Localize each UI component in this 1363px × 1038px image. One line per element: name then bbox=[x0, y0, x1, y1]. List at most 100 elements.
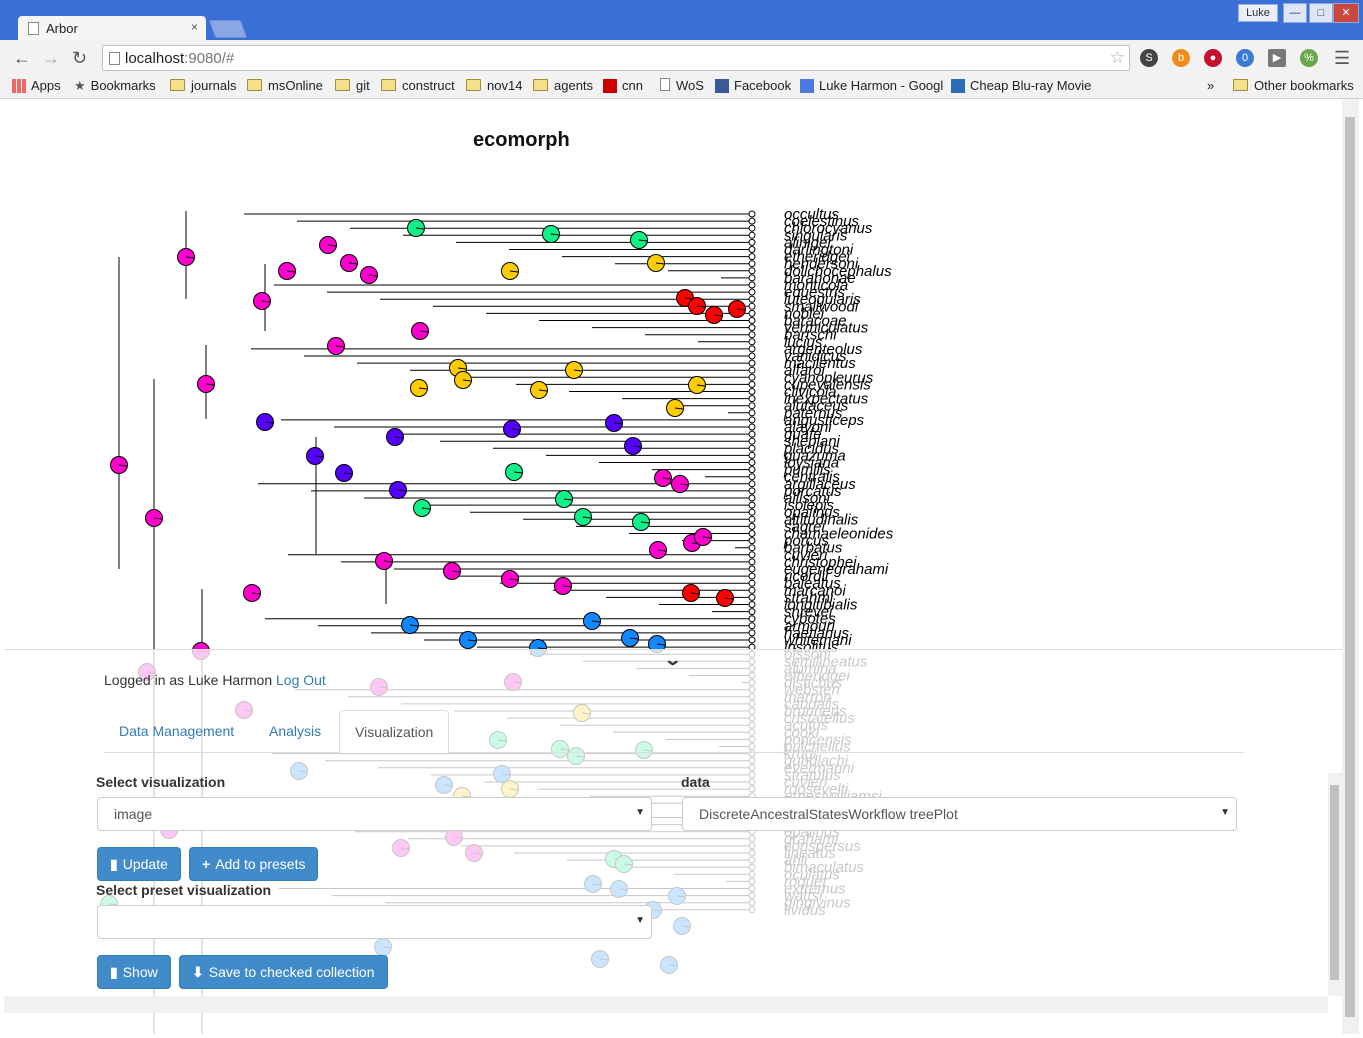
data-label: data bbox=[681, 774, 710, 790]
menu-icon[interactable]: ☰ bbox=[1334, 48, 1350, 69]
tip-marker bbox=[748, 565, 756, 573]
bookmark-construct[interactable]: construct bbox=[381, 78, 455, 93]
tab-title: Arbor bbox=[46, 21, 78, 36]
tip-marker bbox=[748, 480, 756, 488]
bookmark-wos[interactable]: WoS bbox=[660, 78, 704, 93]
folder-icon bbox=[1233, 79, 1248, 91]
cast-icon[interactable]: ▶ bbox=[1268, 49, 1286, 67]
plus-icon: + bbox=[202, 856, 211, 872]
folder-icon bbox=[170, 79, 185, 91]
tip-marker bbox=[748, 274, 756, 282]
tip-marker bbox=[748, 444, 756, 452]
data-select[interactable]: DiscreteAncestralStatesWorkflow treePlot… bbox=[682, 797, 1237, 831]
vertical-scrollbar-thumb[interactable] bbox=[1345, 117, 1355, 1017]
bookmark-bluray[interactable]: Cheap Blu-ray Movie bbox=[951, 78, 1091, 93]
forward-icon[interactable]: → bbox=[42, 48, 60, 69]
app-tabs: Data Management Analysis Visualization bbox=[104, 710, 1244, 753]
blog-icon bbox=[951, 79, 965, 93]
save-to-collection-button[interactable]: ⬇ Save to checked collection bbox=[179, 955, 388, 989]
vertical-scrollbar[interactable] bbox=[1342, 99, 1359, 1034]
tip-marker bbox=[748, 622, 756, 630]
bookmark-agents[interactable]: agents bbox=[533, 78, 593, 93]
tip-marker bbox=[748, 395, 756, 403]
tab-visualization[interactable]: Visualization bbox=[339, 710, 450, 753]
bookmark-git[interactable]: git bbox=[335, 78, 370, 93]
bookmarks-bar: Apps ★ Bookmarks journals msOnline git co… bbox=[0, 76, 1363, 99]
tip-marker bbox=[748, 522, 756, 530]
tip-marker bbox=[748, 260, 756, 268]
extension-percent-icon[interactable]: % bbox=[1300, 49, 1318, 67]
bookmark-journals[interactable]: journals bbox=[170, 78, 237, 93]
minimize-icon[interactable]: — bbox=[1283, 3, 1307, 23]
reload-icon[interactable]: ↻ bbox=[72, 48, 87, 69]
tip-marker bbox=[748, 508, 756, 516]
bookmark-bookmarks[interactable]: ★ Bookmarks bbox=[74, 78, 156, 94]
folder-icon bbox=[533, 79, 548, 91]
window-close-icon[interactable]: ✕ bbox=[1333, 3, 1359, 23]
tip-marker bbox=[748, 210, 756, 218]
folder-icon bbox=[381, 79, 396, 91]
extension-s-icon[interactable]: S bbox=[1140, 49, 1158, 67]
tip-marker bbox=[748, 636, 756, 644]
tip-marker bbox=[748, 317, 756, 324]
update-button[interactable]: ▮ Update bbox=[97, 847, 181, 881]
cnn-icon bbox=[603, 79, 617, 93]
extension-stop-icon[interactable]: ● bbox=[1204, 49, 1222, 67]
bookmark-luke-harmon[interactable]: Luke Harmon - Googl bbox=[800, 78, 943, 93]
bookmark-other[interactable]: Other bookmarks bbox=[1233, 78, 1354, 93]
tab-data-management[interactable]: Data Management bbox=[104, 710, 249, 751]
tab-strip: Arbor × Luke — □ ✕ bbox=[0, 0, 1363, 40]
bookmark-facebook[interactable]: Facebook bbox=[715, 78, 791, 93]
horizontal-scrollbar[interactable] bbox=[4, 996, 1328, 1013]
profile-badge[interactable]: Luke bbox=[1238, 4, 1278, 22]
tip-marker bbox=[748, 544, 756, 552]
show-button[interactable]: ▮ Show bbox=[97, 955, 171, 989]
close-icon[interactable]: × bbox=[191, 20, 198, 34]
tip-marker bbox=[748, 530, 756, 537]
dropdown-arrow-icon: ▼ bbox=[635, 807, 645, 818]
bookmark-star-icon[interactable]: ☆ bbox=[1110, 48, 1125, 68]
logout-link[interactable]: Log Out bbox=[276, 672, 326, 688]
visualization-select-value: image bbox=[114, 806, 153, 822]
page-viewport: ecomorph occultus coelestinus chlorocyanus… bbox=[4, 99, 1342, 1034]
data-select-value: DiscreteAncestralStatesWorkflow treePlot bbox=[699, 806, 958, 822]
visualization-select[interactable]: image ▼ bbox=[97, 797, 652, 831]
bookmark-nov14[interactable]: nov14 bbox=[466, 78, 522, 93]
add-to-presets-button[interactable]: + Add to presets bbox=[189, 847, 319, 881]
tip-marker bbox=[748, 217, 756, 225]
back-icon[interactable]: ← bbox=[13, 48, 31, 69]
tip-marker bbox=[748, 501, 756, 509]
tip-marker bbox=[748, 302, 756, 310]
tip-marker bbox=[748, 352, 756, 360]
extension-ghost-icon[interactable]: 0 bbox=[1236, 49, 1254, 67]
panel-scrollbar[interactable] bbox=[1328, 773, 1342, 996]
tip-marker bbox=[748, 615, 756, 623]
preset-select[interactable]: ▼ bbox=[97, 905, 652, 939]
maximize-icon[interactable]: □ bbox=[1309, 3, 1333, 23]
tab-analysis[interactable]: Analysis bbox=[254, 710, 336, 751]
chevron-down-icon[interactable]: ⌄ bbox=[663, 650, 682, 670]
facebook-icon bbox=[715, 79, 729, 93]
tip-marker bbox=[748, 558, 756, 566]
tip-marker bbox=[748, 451, 756, 459]
panel-scrollbar-thumb[interactable] bbox=[1330, 785, 1339, 980]
address-bar[interactable]: localhost:9080/# ☆ bbox=[102, 45, 1130, 71]
tip-marker bbox=[748, 345, 756, 353]
tip-marker bbox=[748, 402, 756, 410]
tip-marker bbox=[748, 437, 756, 445]
url-text: localhost:9080/# bbox=[125, 50, 235, 67]
tip-marker bbox=[748, 231, 756, 239]
bookmark-cnn[interactable]: cnn bbox=[603, 78, 643, 93]
bookmarks-overflow-chevron[interactable]: » bbox=[1207, 78, 1214, 93]
tip-marker bbox=[748, 459, 756, 466]
new-tab-button[interactable] bbox=[208, 20, 248, 38]
folder-icon bbox=[247, 79, 262, 91]
tip-marker bbox=[748, 373, 756, 381]
bookmark-apps[interactable]: Apps bbox=[12, 78, 61, 93]
folder-icon bbox=[335, 79, 350, 91]
tip-marker bbox=[748, 473, 756, 481]
browser-tab-arbor[interactable]: Arbor × bbox=[18, 16, 206, 40]
extension-b-icon[interactable]: b bbox=[1172, 49, 1190, 67]
page-icon bbox=[109, 52, 120, 65]
bookmark-msonline[interactable]: msOnline bbox=[247, 78, 323, 93]
